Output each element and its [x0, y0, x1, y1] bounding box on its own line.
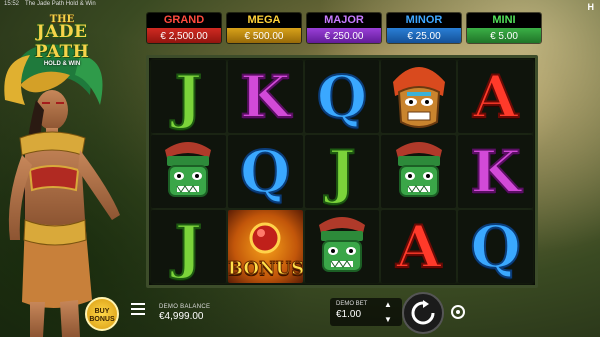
symbol-green-mask — [304, 210, 380, 283]
symbol-green-mask — [381, 135, 457, 208]
symbol-q: Q — [227, 135, 303, 208]
symbol-letter: Q — [239, 137, 292, 206]
symbol-a: A — [381, 210, 457, 283]
symbol-letter: J — [174, 62, 203, 131]
chevron-down-icon[interactable]: ▼ — [384, 315, 392, 324]
jackpot-name: MINOR — [387, 13, 461, 28]
chevron-up-icon[interactable]: ▲ — [384, 300, 392, 309]
game-logo: THE JADE PATH HOLD & WIN — [16, 14, 108, 67]
buy-bonus-button[interactable]: BUY BONUS — [85, 297, 119, 331]
symbol-k: K — [227, 60, 303, 133]
symbol-letter: A — [472, 62, 519, 131]
reel-1: J J — [151, 60, 226, 283]
jackpot-minor: MINOR € 25.00 — [386, 12, 462, 44]
reel-2: KQ BONUS — [227, 60, 303, 283]
jackpot-value: € 5.00 — [467, 28, 541, 43]
reel-grid: J JKQ BONUS Q J AAKQ — [146, 55, 538, 288]
buy-bonus-label-1: BUY — [94, 308, 110, 315]
jackpot-value: € 500.00 — [227, 28, 301, 43]
reel-4: A — [381, 60, 457, 283]
jackpot-value: € 2,500.00 — [147, 28, 221, 43]
symbol-j: J — [151, 60, 226, 133]
symbol-j: J — [304, 135, 380, 208]
symbol-letter: Q — [316, 62, 369, 131]
logo-title: JADE PATH — [34, 22, 90, 62]
clock: 15:52 — [4, 1, 20, 7]
autoplay-icon[interactable] — [451, 305, 465, 319]
jackpot-grand: GRAND € 2,500.00 — [146, 12, 222, 44]
bonus-label: BONUS — [227, 258, 303, 280]
symbol-letter: J — [174, 212, 203, 281]
status-bar: 15:52 The Jade Path Hold & Win — [4, 1, 96, 7]
jackpot-bar: GRAND € 2,500.00 MEGA € 500.00 MAJOR € 2… — [146, 12, 542, 44]
symbol-tiki-mask — [381, 60, 457, 133]
balance-label: DEMO BALANCE — [159, 304, 211, 310]
symbol-letter: Q — [469, 212, 522, 281]
bet-stepper[interactable]: ▲ ▼ — [384, 300, 392, 324]
balance-display: DEMO BALANCE €4,999.00 — [159, 304, 210, 322]
spin-button[interactable] — [402, 292, 444, 334]
logo-subtitle: HOLD & WIN — [43, 61, 81, 67]
menu-button[interactable]: H — [588, 2, 595, 12]
symbol-letter: K — [239, 62, 291, 131]
menu-icon[interactable] — [131, 303, 145, 315]
balance-value: €4,999.00 — [159, 311, 204, 322]
jackpot-name: MAJOR — [307, 13, 381, 28]
jackpot-mega: MEGA € 500.00 — [226, 12, 302, 44]
symbol-a: A — [458, 60, 533, 133]
symbol-bonus: BONUS — [227, 210, 303, 283]
symbol-k: K — [458, 135, 533, 208]
jackpot-value: € 25.00 — [387, 28, 461, 43]
reel-5: AKQ — [458, 60, 533, 283]
buy-bonus-label-2: BONUS — [89, 316, 115, 323]
gem-icon — [249, 222, 281, 253]
jackpot-name: MEGA — [227, 13, 301, 28]
jackpot-name: GRAND — [147, 13, 221, 28]
symbol-letter: A — [395, 212, 442, 281]
jackpot-major: MAJOR € 250.00 — [306, 12, 382, 44]
symbol-letter: K — [469, 137, 521, 206]
jackpot-name: MINI — [467, 13, 541, 28]
symbol-q: Q — [304, 60, 380, 133]
refresh-icon — [411, 300, 435, 325]
symbol-green-mask — [151, 135, 226, 208]
warrior-character — [4, 44, 120, 337]
reel-3: QJ — [304, 60, 380, 283]
jackpot-value: € 250.00 — [307, 28, 381, 43]
game-title: The Jade Path Hold & Win — [25, 1, 96, 7]
symbol-q: Q — [458, 210, 533, 283]
jackpot-mini: MINI € 5.00 — [466, 12, 542, 44]
symbol-j: J — [151, 210, 226, 283]
symbol-letter: J — [327, 137, 356, 206]
